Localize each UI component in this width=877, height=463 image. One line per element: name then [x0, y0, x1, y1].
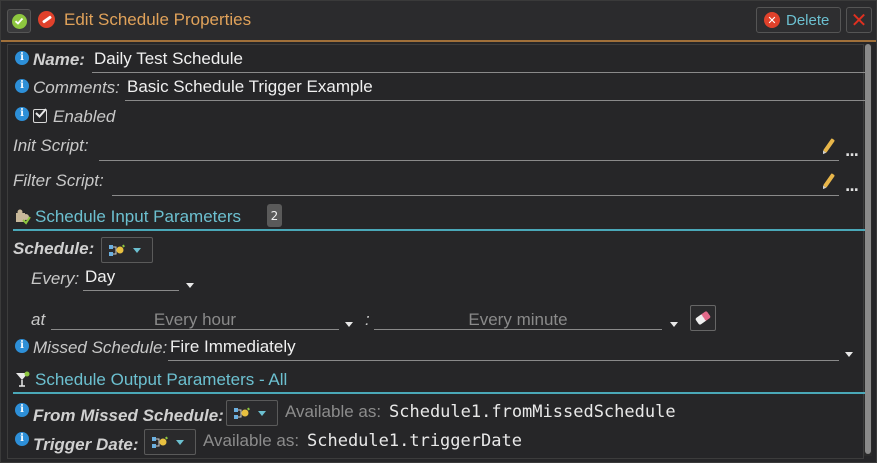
chevron-down-icon: [133, 247, 141, 253]
info-icon[interactable]: i: [15, 51, 29, 65]
minute-select-underline: [374, 329, 662, 330]
trigger-date-variable: Schedule1.triggerDate: [307, 431, 522, 451]
every-label: Every:: [31, 269, 80, 288]
output-params-heading: Schedule Output Parameters - All: [35, 370, 288, 389]
trigger-date-type-dropdown[interactable]: [144, 429, 196, 455]
every-select[interactable]: Day: [83, 266, 179, 291]
hour-select[interactable]: Every hour: [51, 310, 339, 330]
input-params-heading: Schedule Input Parameters: [35, 207, 242, 226]
schedule-type-dropdown[interactable]: [101, 237, 153, 263]
chevron-down-icon: [258, 410, 266, 416]
time-separator: :: [365, 310, 370, 329]
scrollbar[interactable]: [864, 44, 872, 456]
section-divider: [13, 392, 865, 394]
save-button[interactable]: [7, 9, 31, 33]
eraser-icon: [694, 310, 712, 326]
name-input[interactable]: Daily Test Schedule: [92, 48, 867, 73]
clear-time-button[interactable]: [690, 305, 716, 331]
chevron-down-icon[interactable]: [670, 322, 678, 327]
filter-script-label: Filter Script:: [13, 171, 104, 190]
dialog-title: Edit Schedule Properties: [64, 10, 252, 29]
available-as-label: Available as:: [285, 402, 382, 421]
schedule-tree-icon: [152, 435, 168, 449]
missed-schedule-select[interactable]: Fire Immediately: [168, 336, 839, 361]
section-divider: [13, 229, 865, 231]
minute-select[interactable]: Every minute: [374, 310, 662, 330]
init-script-label: Init Script:: [13, 136, 89, 155]
edit-schedule-dialog: Edit Schedule Properties ✕ Delete ✕ i Na…: [0, 0, 877, 463]
chevron-down-icon: [176, 439, 184, 445]
delete-label: Delete: [786, 11, 830, 29]
info-icon[interactable]: i: [15, 403, 29, 417]
from-missed-type-dropdown[interactable]: [226, 400, 278, 426]
more-icon[interactable]: ...: [845, 144, 859, 160]
hour-select-underline: [51, 329, 339, 330]
info-icon[interactable]: i: [15, 432, 29, 446]
enabled-label: Enabled: [53, 107, 116, 126]
delete-icon: ✕: [764, 12, 780, 28]
filter-script-input[interactable]: [112, 195, 839, 196]
no-entry-icon[interactable]: [38, 11, 55, 28]
title-bar: Edit Schedule Properties ✕ Delete ✕: [1, 1, 876, 42]
delete-button[interactable]: ✕ Delete: [756, 7, 841, 33]
schedule-label: Schedule:: [13, 239, 95, 258]
check-circle-icon: [11, 13, 27, 29]
cocktail-icon: [15, 371, 31, 388]
chevron-down-icon[interactable]: [845, 352, 853, 357]
comments-label: Comments:: [33, 78, 120, 97]
comments-input[interactable]: Basic Schedule Trigger Example: [125, 76, 867, 101]
from-missed-variable: Schedule1.fromMissedSchedule: [389, 402, 676, 422]
schedule-tree-icon: [109, 243, 125, 257]
from-missed-schedule-label: From Missed Schedule:: [33, 406, 224, 425]
available-as-label: Available as:: [203, 431, 300, 450]
puzzle-piece-icon: [15, 209, 31, 225]
checkbox-checked-icon[interactable]: [33, 108, 47, 123]
name-label: Name:: [33, 50, 85, 69]
at-label: at: [31, 310, 46, 329]
trigger-date-label: Trigger Date:: [33, 435, 139, 454]
info-icon[interactable]: i: [15, 339, 29, 353]
more-icon[interactable]: ...: [845, 179, 859, 195]
chevron-down-icon[interactable]: [186, 283, 194, 288]
scrollbar-thumb[interactable]: [865, 44, 871, 454]
param-count-badge: 2: [267, 204, 282, 227]
chevron-down-icon[interactable]: [345, 322, 353, 327]
info-icon[interactable]: i: [15, 79, 29, 93]
close-button[interactable]: ✕: [846, 7, 872, 33]
init-script-input[interactable]: [99, 160, 839, 161]
info-icon[interactable]: i: [15, 107, 29, 121]
schedule-tree-icon: [234, 406, 250, 420]
missed-schedule-label: Missed Schedule:: [33, 338, 168, 357]
